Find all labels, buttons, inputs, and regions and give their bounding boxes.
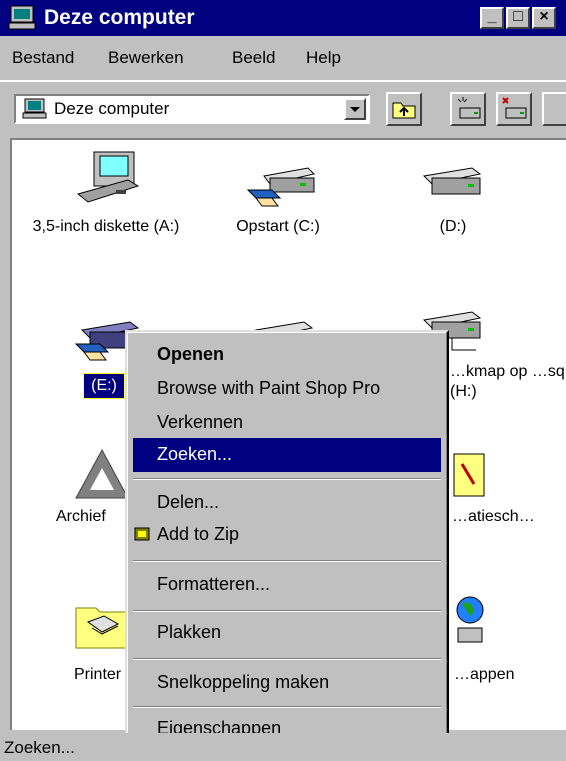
- status-bar: Zoeken...: [0, 733, 566, 761]
- menu-item-plakken[interactable]: Plakken: [133, 616, 441, 650]
- menu-separator: [133, 658, 441, 660]
- drive-label-selected: (E:): [83, 373, 125, 399]
- close-button[interactable]: ×: [532, 7, 556, 29]
- menu-beeld[interactable]: Beeld: [232, 48, 275, 68]
- shared-hard-drive-icon[interactable]: [244, 156, 320, 216]
- maximize-button[interactable]: □: [506, 7, 530, 29]
- hard-drive-icon[interactable]: [416, 160, 486, 210]
- toolbar-button-partial[interactable]: [542, 92, 566, 126]
- drive-label: …appen: [454, 666, 515, 683]
- menu-separator: [133, 706, 441, 708]
- address-toolbar: Deze computer: [0, 80, 566, 132]
- menu-bewerken[interactable]: Bewerken: [108, 48, 184, 68]
- menu-separator: [133, 478, 441, 480]
- map-network-drive-button[interactable]: [450, 92, 486, 126]
- menu-item-add-to-zip[interactable]: Add to Zip: [133, 518, 441, 552]
- map-drive-icon: [457, 97, 481, 119]
- address-value: Deze computer: [54, 99, 170, 118]
- drive-label: …kmap op …sq (H:): [450, 363, 565, 400]
- menu-item-delen[interactable]: Delen...: [133, 486, 441, 520]
- menu-help[interactable]: Help: [306, 48, 341, 68]
- menu-bestand[interactable]: Bestand: [12, 48, 74, 68]
- menu-item-zoeken[interactable]: Zoeken...: [133, 438, 441, 472]
- disconnect-drive-button[interactable]: [496, 92, 532, 126]
- computer-icon: [8, 5, 36, 30]
- menu-item-snelkoppeling-maken[interactable]: Snelkoppeling maken: [133, 666, 441, 700]
- address-dropdown-button[interactable]: [344, 98, 366, 120]
- drive-label: (D:): [439, 218, 467, 235]
- menu-item-openen[interactable]: Openen: [133, 338, 441, 372]
- title-bar[interactable]: Deze computer _ □ ×: [0, 0, 566, 36]
- drive-label: …atiesch…: [452, 508, 535, 525]
- menu-item-formatteren[interactable]: Formatteren...: [133, 568, 441, 602]
- minimize-button[interactable]: _: [480, 7, 504, 29]
- drive-label: Archief: [56, 508, 106, 525]
- chevron-down-icon: [350, 107, 360, 112]
- control-panel-icon[interactable]: [450, 450, 490, 500]
- up-one-level-button[interactable]: [386, 92, 422, 126]
- status-text: Zoeken...: [4, 738, 75, 757]
- floppy-drive-icon[interactable]: [72, 150, 142, 214]
- computer-icon: [22, 98, 47, 119]
- network-icon[interactable]: [448, 592, 498, 652]
- context-menu: Openen Browse with Paint Shop Pro Verken…: [125, 330, 449, 750]
- address-combobox[interactable]: Deze computer: [14, 94, 370, 124]
- drive-label: Opstart (C:): [236, 218, 320, 235]
- archive-icon[interactable]: [72, 446, 132, 502]
- window-title: Deze computer: [44, 6, 195, 29]
- drive-label: 3,5-inch diskette (A:): [32, 218, 180, 235]
- folder-up-icon: [392, 102, 416, 119]
- winzip-icon: [134, 527, 150, 541]
- menu-bar: Bestand Bewerken Beeld Help: [0, 40, 566, 74]
- menu-separator: [133, 610, 441, 612]
- disconnect-drive-icon: [502, 97, 527, 119]
- menu-separator: [133, 560, 441, 562]
- menu-item-browse-paint-shop-pro[interactable]: Browse with Paint Shop Pro: [133, 372, 441, 406]
- menu-item-verkennen[interactable]: Verkennen: [133, 406, 441, 440]
